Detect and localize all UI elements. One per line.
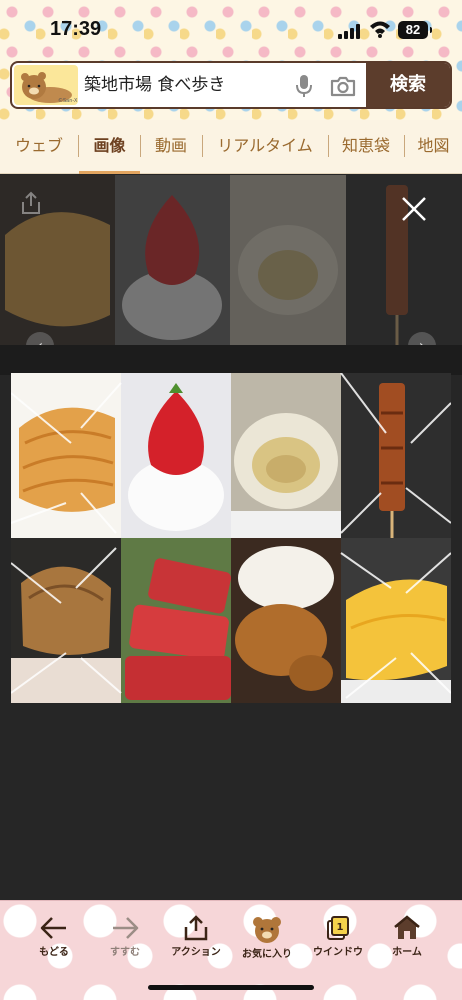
viewer-divider-band <box>0 345 462 375</box>
logo-credit: ©San-X <box>58 98 78 104</box>
bg-thumbnail <box>230 175 346 345</box>
bg-thumbnail <box>0 175 115 345</box>
forward-label: すすむ <box>110 947 140 958</box>
tab-images[interactable]: 画像 <box>79 120 140 174</box>
search-input[interactable]: 築地市場 食べ歩き <box>84 63 294 107</box>
wifi-icon <box>370 21 390 38</box>
status-bar: 17:39 82 <box>0 0 462 56</box>
back-label: もどる <box>39 947 69 958</box>
favorites-button[interactable]: お気に入り <box>231 915 303 971</box>
window-label: ウインドウ <box>313 947 363 958</box>
search-bar: ©San-X 築地市場 食べ歩き 検索 <box>10 61 452 109</box>
home-label: ホーム <box>392 947 422 958</box>
bear-favorites-icon <box>253 917 281 943</box>
home-indicator <box>148 985 314 990</box>
search-type-tabs: ウェブ 画像 動画 リアルタイム 知恵袋 地図 <box>0 120 462 174</box>
microphone-icon[interactable] <box>294 74 314 98</box>
action-label: アクション <box>171 947 221 958</box>
window-tabs-icon: 1 <box>327 916 349 940</box>
forward-button[interactable]: すすむ <box>89 915 161 971</box>
tab-video[interactable]: 動画 <box>141 120 201 174</box>
battery-icon: 82 <box>398 21 432 39</box>
status-time: 17:39 <box>50 18 102 40</box>
share-icon[interactable] <box>20 191 42 215</box>
window-count: 1 <box>337 922 344 933</box>
image-collage-grid[interactable] <box>11 373 451 703</box>
action-button[interactable]: アクション <box>160 915 232 971</box>
home-button[interactable]: ホーム <box>371 915 443 971</box>
favorites-label: お気に入り <box>242 949 292 960</box>
back-button[interactable]: もどる <box>18 915 90 971</box>
search-button[interactable]: 検索 <box>366 63 450 107</box>
tab-web[interactable]: ウェブ <box>6 120 72 174</box>
image-viewer: ‹ › <box>0 175 462 900</box>
tab-realtime[interactable]: リアルタイム <box>203 120 327 174</box>
speed-lines-overlay <box>11 373 451 699</box>
forward-arrow-icon <box>113 917 139 939</box>
rilakkuma-logo[interactable]: ©San-X <box>14 65 78 105</box>
bg-thumbnail <box>115 175 230 345</box>
back-arrow-icon <box>40 917 66 939</box>
window-button[interactable]: 1 ウインドウ <box>302 915 374 971</box>
tab-chiebukuro[interactable]: 知恵袋 <box>329 120 403 174</box>
camera-icon[interactable] <box>330 75 356 97</box>
tab-map[interactable]: 地図 <box>405 120 462 174</box>
cellular-signal-icon <box>338 23 362 39</box>
close-icon[interactable] <box>396 191 432 227</box>
home-icon <box>394 915 420 939</box>
background-image-strip <box>0 175 462 345</box>
share-icon <box>184 915 208 941</box>
